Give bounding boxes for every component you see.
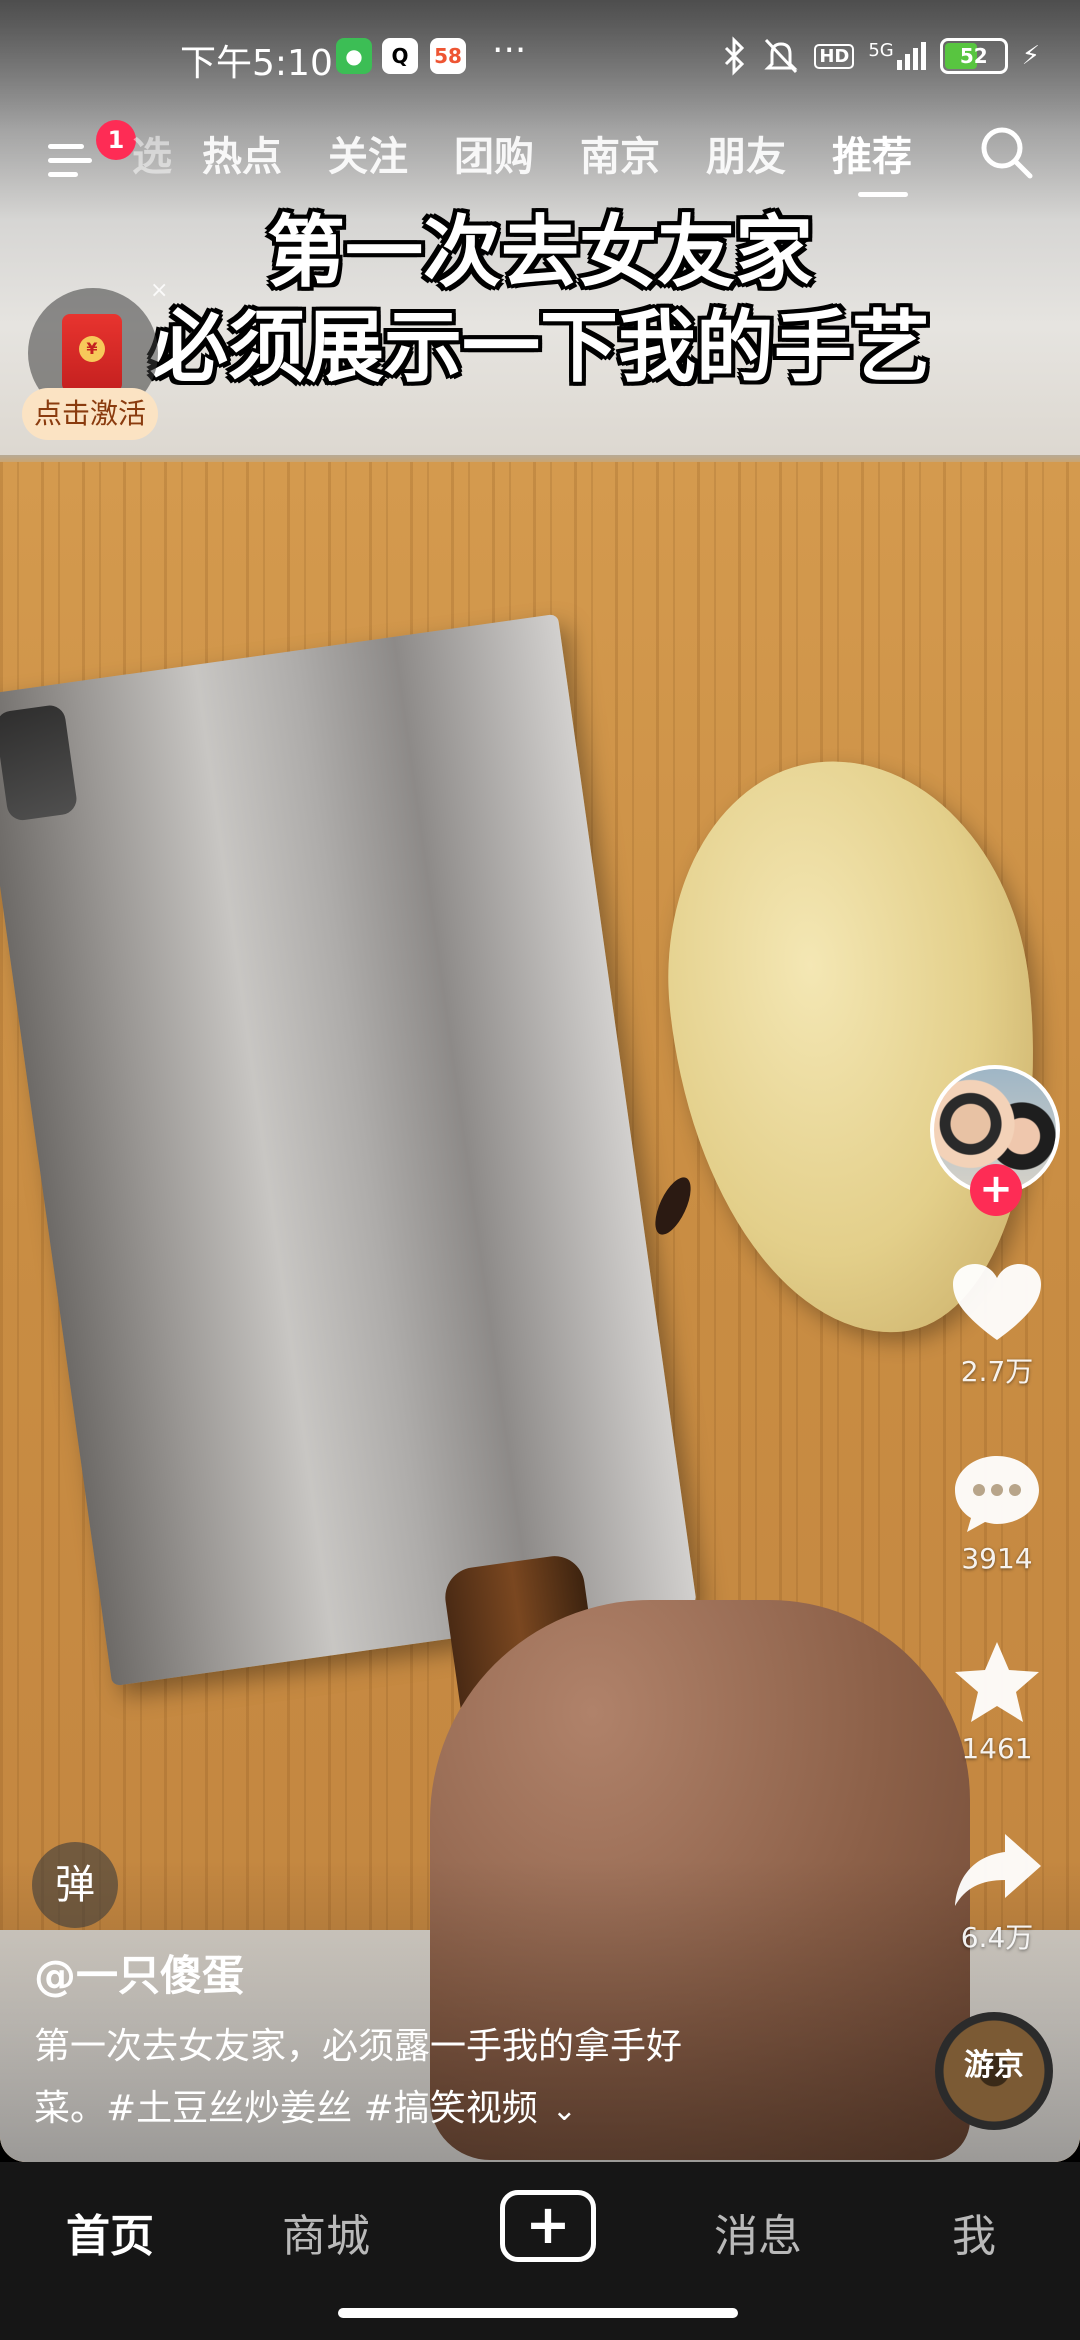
like-button[interactable]: 2.7万 (945, 1262, 1049, 1390)
tab-partial[interactable]: 选 (132, 124, 172, 182)
charging-icon: ⚡ (1021, 41, 1040, 71)
create-button[interactable]: + (500, 2190, 596, 2262)
coin-icon: ¥ (79, 336, 105, 362)
tab-nanjing[interactable]: 南京 (580, 124, 660, 182)
star-icon (955, 1642, 1039, 1722)
status-time: 下午5:10 (180, 43, 333, 84)
tab-friends[interactable]: 朋友 (706, 124, 786, 182)
video-description[interactable]: 第一次去女友家，必须露一手我的拿手好 菜。#土豆丝炒姜丝 #搞笑视频 ⌄ (34, 2016, 794, 2142)
search-icon[interactable] (976, 122, 1036, 182)
music-disc[interactable]: 游京 (935, 2012, 1053, 2130)
follow-button[interactable]: + (970, 1164, 1022, 1216)
hd-badge: HD (814, 43, 855, 69)
active-tab-indicator (858, 192, 908, 197)
comment-icon (955, 1456, 1039, 1532)
tab-me[interactable]: 我 (952, 2200, 996, 2264)
tab-hot[interactable]: 热点 (202, 124, 282, 182)
expand-chevron-icon[interactable]: ⌄ (552, 2080, 577, 2142)
favorite-count: 1461 (961, 1732, 1033, 1765)
network-type: 5G (868, 40, 894, 61)
qq-icon: Q (382, 38, 418, 74)
bottom-tab-bar: 首页 商城 + 消息 我 (0, 2162, 1080, 2340)
signal-icon: 5G (868, 40, 926, 70)
tab-mall[interactable]: 商城 (282, 2200, 370, 2264)
cleaver-handle-hole (0, 703, 79, 823)
menu-button[interactable]: 1 (40, 120, 136, 192)
like-count: 2.7万 (960, 1355, 1034, 1388)
tab-messages[interactable]: 消息 (714, 2200, 802, 2264)
58-icon: 58 (430, 38, 466, 74)
music-disc-label: 游京 (964, 2048, 1024, 2083)
battery-icon: 52 (939, 38, 1008, 74)
bluetooth-icon (725, 36, 745, 76)
red-envelope-icon: ¥ (62, 314, 122, 392)
status-right-icons: HD 5G 52 ⚡ (722, 34, 1040, 78)
wechat-icon: ● (336, 38, 372, 74)
tab-following[interactable]: 关注 (328, 124, 408, 182)
share-button[interactable]: 6.4万 (945, 1830, 1049, 1956)
author-name[interactable]: @一只傻蛋 (34, 1942, 244, 2003)
red-packet-close-button[interactable]: × (150, 278, 168, 303)
favorite-button[interactable]: 1461 (945, 1640, 1049, 1765)
heart-icon (953, 1264, 1041, 1340)
danmaku-button[interactable]: 弹 (32, 1842, 118, 1928)
battery-level: 52 (959, 44, 988, 68)
status-more: ··· (492, 30, 527, 71)
status-bar: 下午5:10 ● Q 58 ··· HD 5G 52 ⚡ (0, 0, 1080, 110)
description-line-1: 第一次去女友家，必须露一手我的拿手好 (34, 2026, 683, 2067)
red-packet-widget[interactable]: ¥ × 点击激活 (22, 278, 168, 458)
home-indicator (338, 2308, 738, 2318)
tab-home[interactable]: 首页 (66, 2200, 154, 2264)
comment-button[interactable]: 3914 (945, 1452, 1049, 1575)
share-arrow-icon (955, 1834, 1041, 1906)
comment-count: 3914 (961, 1542, 1033, 1575)
red-packet-activate-label[interactable]: 点击激活 (22, 388, 159, 440)
share-count: 6.4万 (960, 1921, 1034, 1954)
mute-bell-icon (764, 38, 798, 74)
tab-recommend[interactable]: 推荐 (832, 124, 912, 182)
tab-group-buy[interactable]: 团购 (454, 124, 534, 182)
top-nav: 1 选 热点 关注 团购 南京 朋友 推荐 (0, 110, 1080, 210)
description-line-2: 菜。#土豆丝炒姜丝 #搞笑视频 (34, 2088, 538, 2129)
menu-badge: 1 (96, 120, 136, 160)
